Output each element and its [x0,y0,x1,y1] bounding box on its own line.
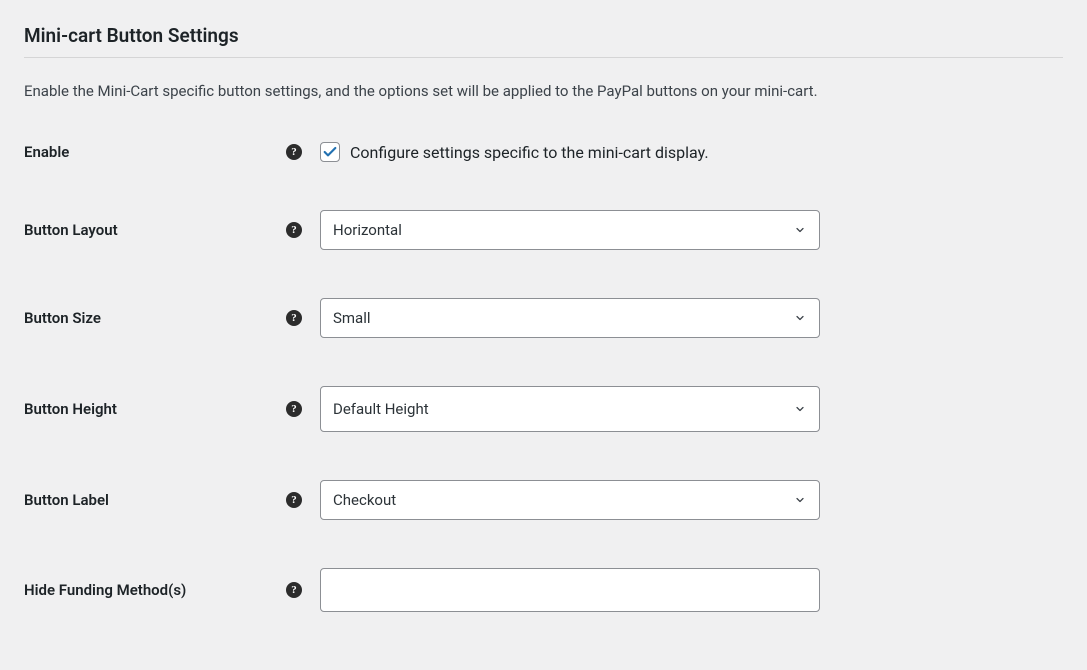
help-icon[interactable]: ? [286,222,302,238]
help-icon[interactable]: ? [286,582,302,598]
button-height-select[interactable]: Default Height [320,386,820,432]
field-col-button-label: Checkout [320,480,1063,520]
enable-checkbox[interactable] [320,142,340,162]
row-button-layout: Button Layout ? Horizontal [24,210,1063,250]
section-divider [24,57,1063,58]
label-col-enable: Enable ? [24,143,320,161]
label-col-button-size: Button Size ? [24,309,320,327]
section-description: Enable the Mini-Cart specific button set… [24,82,1063,100]
label-col-button-height: Button Height ? [24,400,320,418]
button-label-select[interactable]: Checkout [320,480,820,520]
field-col-enable: Configure settings specific to the mini-… [320,142,1063,162]
label-button-height: Button Height [24,400,117,418]
row-button-height: Button Height ? Default Height [24,386,1063,432]
help-icon[interactable]: ? [286,310,302,326]
chevron-down-icon [793,493,807,507]
section-title: Mini-cart Button Settings [24,24,1063,47]
label-button-layout: Button Layout [24,221,118,239]
chevron-down-icon [793,402,807,416]
select-value: Horizontal [333,221,402,239]
field-col-button-size: Small [320,298,1063,338]
field-col-button-layout: Horizontal [320,210,1063,250]
chevron-down-icon [793,311,807,325]
help-icon[interactable]: ? [286,144,302,160]
help-icon[interactable]: ? [286,401,302,417]
row-enable: Enable ? Configure settings specific to … [24,142,1063,162]
help-icon[interactable]: ? [286,492,302,508]
field-col-button-height: Default Height [320,386,1063,432]
button-size-select[interactable]: Small [320,298,820,338]
label-enable: Enable [24,143,69,161]
hide-funding-input[interactable] [320,568,820,612]
label-col-button-label: Button Label ? [24,491,320,509]
row-button-label: Button Label ? Checkout [24,480,1063,520]
checkmark-icon [322,144,338,160]
select-value: Default Height [333,400,429,418]
enable-checkbox-label: Configure settings specific to the mini-… [350,143,709,162]
field-col-hide-funding [320,568,1063,612]
button-layout-select[interactable]: Horizontal [320,210,820,250]
label-col-button-layout: Button Layout ? [24,221,320,239]
mini-cart-settings-section: Mini-cart Button Settings Enable the Min… [0,0,1087,670]
label-button-size: Button Size [24,309,101,327]
select-value: Checkout [333,491,396,509]
chevron-down-icon [793,223,807,237]
select-value: Small [333,309,371,327]
row-button-size: Button Size ? Small [24,298,1063,338]
label-button-label: Button Label [24,491,109,509]
row-hide-funding: Hide Funding Method(s) ? [24,568,1063,612]
